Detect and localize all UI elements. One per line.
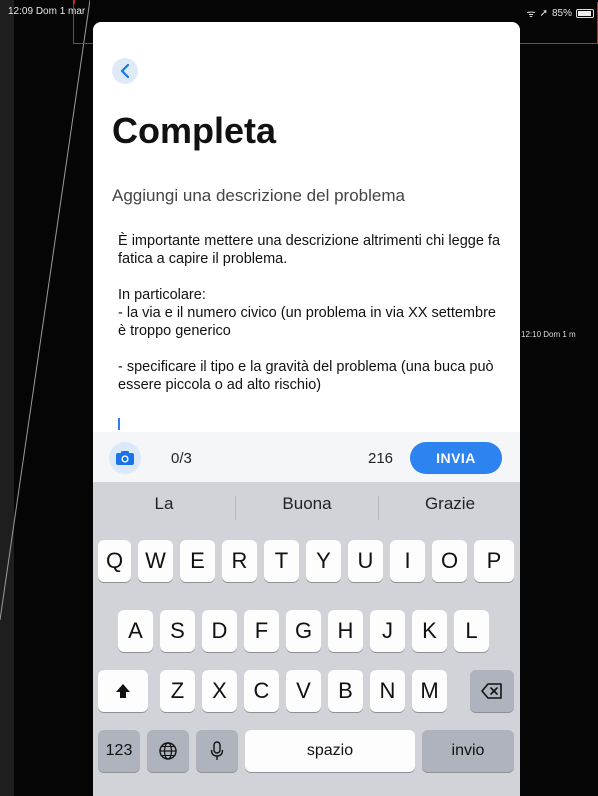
compose-toolbar: 0/3 216 INVIA (93, 432, 520, 482)
complete-report-sheet: Completa Aggiungi una descrizione del pr… (93, 22, 520, 432)
key-w[interactable]: W (138, 540, 173, 582)
back-button[interactable] (112, 58, 138, 84)
suggestion-2[interactable]: Buona (236, 494, 378, 514)
key-l[interactable]: L (454, 610, 489, 652)
suggestion-3[interactable]: Grazie (379, 494, 521, 514)
key-u[interactable]: U (348, 540, 383, 582)
backspace-key[interactable] (470, 670, 514, 712)
key-j[interactable]: J (370, 610, 405, 652)
shift-arrow-icon (116, 684, 130, 698)
key-a[interactable]: A (118, 610, 153, 652)
key-v[interactable]: V (286, 670, 321, 712)
key-p[interactable]: P (474, 540, 514, 582)
space-key[interactable]: spazio (245, 730, 415, 772)
side-time: 12:10 (521, 330, 542, 339)
key-k[interactable]: K (412, 610, 447, 652)
key-b[interactable]: B (328, 670, 363, 712)
key-g[interactable]: G (286, 610, 321, 652)
send-button[interactable]: INVIA (410, 442, 502, 474)
suggestion-1[interactable]: La (93, 494, 235, 514)
add-photo-button[interactable] (109, 442, 141, 474)
dictation-key[interactable] (196, 730, 238, 772)
globe-icon (159, 742, 177, 760)
camera-icon (116, 451, 134, 465)
key-n[interactable]: N (370, 670, 405, 712)
key-d[interactable]: D (202, 610, 237, 652)
photo-count: 0/3 (171, 450, 192, 467)
numbers-key[interactable]: 123 (98, 730, 140, 772)
key-f[interactable]: F (244, 610, 279, 652)
return-key[interactable]: invio (422, 730, 514, 772)
key-e[interactable]: E (180, 540, 215, 582)
globe-key[interactable] (147, 730, 189, 772)
key-t[interactable]: T (264, 540, 299, 582)
character-count: 216 (368, 450, 394, 467)
key-y[interactable]: Y (306, 540, 341, 582)
page-title: Completa (112, 110, 277, 151)
key-x[interactable]: X (202, 670, 237, 712)
page-subtitle: Aggiungi una descrizione del problema (112, 186, 405, 205)
key-q[interactable]: Q (98, 540, 131, 582)
microphone-icon (210, 741, 224, 760)
text-cursor (118, 418, 120, 430)
description-textarea[interactable]: È importante mettere una descrizione alt… (118, 232, 508, 394)
key-c[interactable]: C (244, 670, 279, 712)
decorative-diagonal-line (0, 0, 90, 620)
keyboard-bottom-area (93, 778, 520, 796)
chevron-left-icon (120, 64, 130, 78)
key-m[interactable]: M (412, 670, 447, 712)
key-s[interactable]: S (160, 610, 195, 652)
key-i[interactable]: I (390, 540, 425, 582)
key-h[interactable]: H (328, 610, 363, 652)
backspace-icon (481, 683, 502, 699)
status-time: 12:09 (8, 6, 34, 17)
key-r[interactable]: R (222, 540, 257, 582)
side-status-text: 12:10 Dom 1 m (521, 330, 576, 339)
on-screen-keyboard: La Buona Grazie Q W E R T Y U I O P A S … (93, 482, 520, 778)
shift-key[interactable] (98, 670, 148, 712)
suggestion-bar: La Buona Grazie (93, 482, 520, 526)
key-z[interactable]: Z (160, 670, 195, 712)
key-o[interactable]: O (432, 540, 467, 582)
side-date: Dom 1 m (543, 330, 576, 339)
